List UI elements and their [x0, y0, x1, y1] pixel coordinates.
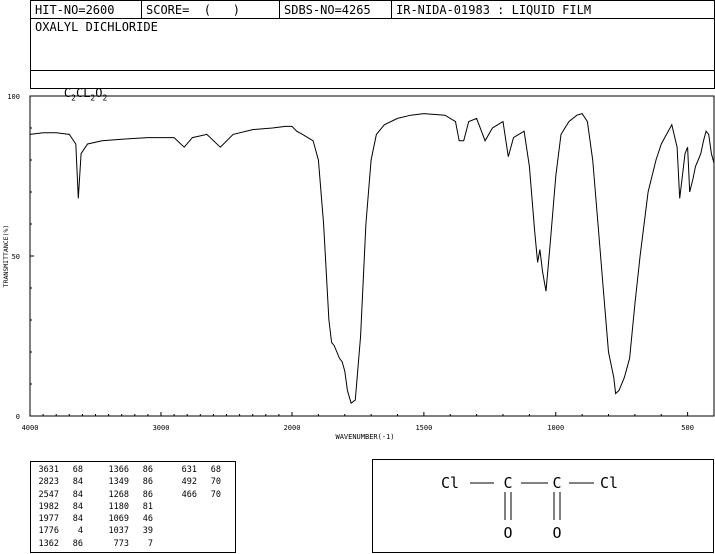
peak-transmittance: 84 — [72, 489, 83, 500]
y-axis-label: TRANSMITTANCE(%) — [2, 225, 10, 288]
peak-row: 3631 68 — [33, 464, 83, 476]
atom-c-right: C — [552, 474, 561, 492]
x-tick-label: 1500 — [415, 424, 432, 432]
peak-wavenumber: 1982 — [38, 501, 59, 512]
peak-wavenumber: 3631 — [38, 465, 59, 475]
peak-wavenumber: 631 — [181, 465, 197, 475]
peak-row: 1037 39 — [103, 525, 153, 537]
peak-wavenumber: 1037 — [108, 526, 129, 537]
atom-c-left: C — [503, 474, 512, 492]
x-tick-label: 1000 — [547, 424, 564, 432]
ir-spectrum-chart: 4000 3000 2000 1500 1000 500 0 50 100 WAVENUMBE… — [2, 93, 715, 441]
peak-transmittance: 81 — [142, 501, 153, 512]
peak-row: 492 70 — [171, 476, 221, 488]
peak-transmittance: 68 — [210, 465, 221, 475]
peak-row: 2547 84 — [33, 489, 83, 501]
atom-o-left: O — [503, 524, 512, 542]
peak-transmittance: 4 — [77, 526, 83, 537]
peak-transmittance: 7 — [147, 538, 153, 549]
peak-wavenumber: 1349 — [108, 477, 129, 488]
structure-diagram: Cl C C Cl O O — [372, 459, 714, 553]
peak-transmittance: 70 — [210, 489, 221, 500]
peak-wavenumber: 1977 — [38, 514, 59, 525]
peak-row: 1776 4 — [33, 525, 83, 537]
peak-transmittance: 84 — [72, 501, 83, 512]
peak-transmittance: 68 — [72, 465, 83, 475]
peak-row: 1977 84 — [33, 513, 83, 525]
peak-wavenumber: 1366 — [108, 465, 129, 475]
peak-column-2: 1366 86 1349 86 1268 86 1180 81 1069 46 1037 39 773 7 — [103, 464, 153, 550]
peak-wavenumber: 1362 — [38, 538, 59, 549]
atom-cl-right: Cl — [600, 474, 618, 492]
peak-row: 773 7 — [103, 538, 153, 550]
x-tick-label: 2000 — [284, 424, 301, 432]
peak-row: 1069 46 — [103, 513, 153, 525]
peak-transmittance: 84 — [72, 514, 83, 525]
x-tick-label: 500 — [681, 424, 694, 432]
peak-transmittance: 86 — [142, 465, 153, 475]
peak-row: 466 70 — [171, 489, 221, 501]
peak-row: 2823 84 — [33, 476, 83, 488]
peak-row: 631 68 — [171, 464, 221, 476]
structure-frame — [372, 459, 714, 553]
atom-cl-left: Cl — [441, 474, 459, 492]
peak-transmittance: 86 — [142, 489, 153, 500]
x-axis: 4000 3000 2000 1500 1000 500 — [22, 412, 694, 432]
peak-row: 1366 86 — [103, 464, 153, 476]
peak-transmittance: 86 — [72, 538, 83, 549]
peak-column-1: 3631 68 2823 84 2547 84 1982 84 1977 84 1776 4 1362 8… — [33, 464, 83, 550]
peak-row: 1982 84 — [33, 501, 83, 513]
peak-row: 1268 86 — [103, 489, 153, 501]
y-tick-label: 0 — [16, 413, 20, 421]
peak-wavenumber: 466 — [181, 489, 197, 500]
peak-wavenumber: 2823 — [38, 477, 59, 488]
x-tick-label: 4000 — [22, 424, 39, 432]
peak-row: 1362 86 — [33, 538, 83, 550]
peak-transmittance: 46 — [142, 514, 153, 525]
peak-transmittance: 70 — [210, 477, 221, 488]
peak-wavenumber: 2547 — [38, 489, 59, 500]
peak-transmittance: 39 — [142, 526, 153, 537]
spectrum-line — [29, 113, 715, 405]
peak-row: 1349 86 — [103, 476, 153, 488]
peak-transmittance: 86 — [142, 477, 153, 488]
peak-wavenumber: 1069 — [108, 514, 129, 525]
peak-table: 3631 68 2823 84 2547 84 1982 84 1977 84 1776 4 1362 8… — [30, 461, 236, 553]
x-axis-label: WAVENUMBER(-1) — [335, 433, 394, 441]
peak-column-3: 631 68 492 70 466 70 — [171, 464, 221, 501]
peak-wavenumber: 1776 — [38, 526, 59, 537]
peak-wavenumber: 773 — [113, 538, 129, 549]
peak-wavenumber: 492 — [181, 477, 197, 488]
peak-row: 1180 81 — [103, 501, 153, 513]
x-tick-label: 3000 — [153, 424, 170, 432]
y-tick-label: 50 — [12, 253, 20, 261]
peak-wavenumber: 1268 — [108, 489, 129, 500]
y-tick-label: 100 — [7, 93, 20, 101]
peak-wavenumber: 1180 — [108, 501, 129, 512]
peak-transmittance: 84 — [72, 477, 83, 488]
atom-o-right: O — [552, 524, 561, 542]
